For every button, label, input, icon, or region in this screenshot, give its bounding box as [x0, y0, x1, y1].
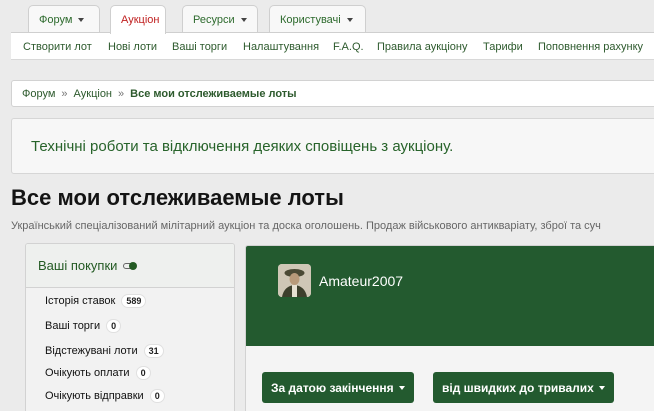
subnav-your-bids[interactable]: Ваші торги	[172, 41, 227, 53]
tab-forum[interactable]: Форум	[28, 5, 100, 33]
sort-order-label: від швидких до тривалих	[442, 380, 594, 395]
sort-by-label: За датою закінчення	[271, 380, 394, 395]
count-badge: 0	[135, 366, 151, 380]
page-description: Український спеціалізований мілітарний а…	[11, 220, 601, 232]
sidebar-item-bid-history[interactable]: Історія ставок 589	[45, 294, 147, 308]
sort-by-button[interactable]: За датою закінчення	[262, 372, 414, 403]
count-badge: 31	[143, 344, 164, 358]
avatar-soldier-icon	[278, 264, 311, 297]
maintenance-notice: Технічні роботи та відключення деяких сп…	[11, 118, 654, 174]
auction-subnav: Створити лот Нові лоти Ваші торги Налашт…	[11, 32, 654, 60]
count-badge: 589	[121, 294, 147, 308]
chevron-down-icon	[78, 17, 85, 22]
avatar[interactable]	[278, 264, 311, 297]
chevron-down-icon	[598, 385, 605, 390]
breadcrumb-separator: »	[118, 87, 125, 100]
count-badge: 0	[106, 319, 122, 333]
subnav-top-up[interactable]: Поповнення рахунку	[538, 41, 643, 53]
breadcrumb-separator: »	[61, 87, 68, 100]
sidebar-item-watched-lots[interactable]: Відстежувані лоти 31	[45, 344, 164, 358]
tab-resources-label: Ресурси	[193, 13, 235, 26]
tab-users[interactable]: Користувачі	[269, 5, 366, 33]
chevron-down-icon	[240, 17, 247, 22]
chevron-down-icon	[346, 17, 353, 22]
profile-username[interactable]: Amateur2007	[319, 273, 403, 289]
sidebar-item-label: Ваші торги	[45, 320, 101, 332]
sidebar-item-awaiting-shipment[interactable]: Очікують відправки 0	[45, 389, 165, 403]
sidebar-item-label: Очікують відправки	[45, 390, 144, 402]
notice-text: Технічні роботи та відключення деяких сп…	[31, 137, 454, 155]
count-badge: 0	[149, 389, 165, 403]
subnav-tariffs[interactable]: Тарифи	[483, 41, 523, 53]
breadcrumb-forum[interactable]: Форум	[22, 88, 55, 100]
chevron-down-icon	[398, 385, 405, 390]
main-panel: Amateur2007 За датою закінчення від швид…	[245, 245, 654, 411]
breadcrumb: Форум » Аукціон » Все мои отслеживаемые …	[11, 80, 654, 107]
tab-resources[interactable]: Ресурси	[182, 5, 258, 33]
sidebar-item-label: Відстежувані лоти	[45, 345, 138, 357]
tab-auction-label: Аукціон	[121, 14, 160, 26]
tab-auction[interactable]: Аукціон	[110, 5, 166, 34]
profile-banner: Amateur2007	[246, 246, 654, 346]
tab-users-label: Користувачі	[280, 13, 341, 26]
sidebar-heading-label: Ваші покупки	[38, 258, 118, 273]
breadcrumb-auction[interactable]: Аукціон	[74, 88, 112, 100]
subnav-create-lot[interactable]: Створити лот	[23, 41, 92, 53]
sidebar-item-label: Очікують оплати	[45, 367, 130, 379]
subnav-new-lots[interactable]: Нові лоти	[108, 41, 157, 53]
sidebar-item-label: Історія ставок	[45, 295, 116, 307]
sidebar-item-your-bids[interactable]: Ваші торги 0	[45, 319, 122, 333]
sidebar-item-awaiting-payment[interactable]: Очікують оплати 0	[45, 366, 151, 380]
tab-forum-label: Форум	[39, 13, 73, 26]
subnav-auction-rules[interactable]: Правила аукціону	[377, 41, 467, 53]
toggle-icon[interactable]	[123, 261, 138, 270]
sidebar-heading[interactable]: Ваші покупки	[26, 244, 234, 288]
breadcrumb-current[interactable]: Все мои отслеживаемые лоты	[130, 88, 296, 100]
page-title: Все мои отслеживаемые лоты	[11, 185, 344, 210]
subnav-faq[interactable]: F.A.Q.	[333, 41, 364, 53]
sidebar-purchases: Ваші покупки Історія ставок 589 Ваші тор…	[25, 243, 235, 411]
sort-order-button[interactable]: від швидких до тривалих	[433, 372, 614, 403]
subnav-settings[interactable]: Налаштування	[243, 41, 319, 53]
